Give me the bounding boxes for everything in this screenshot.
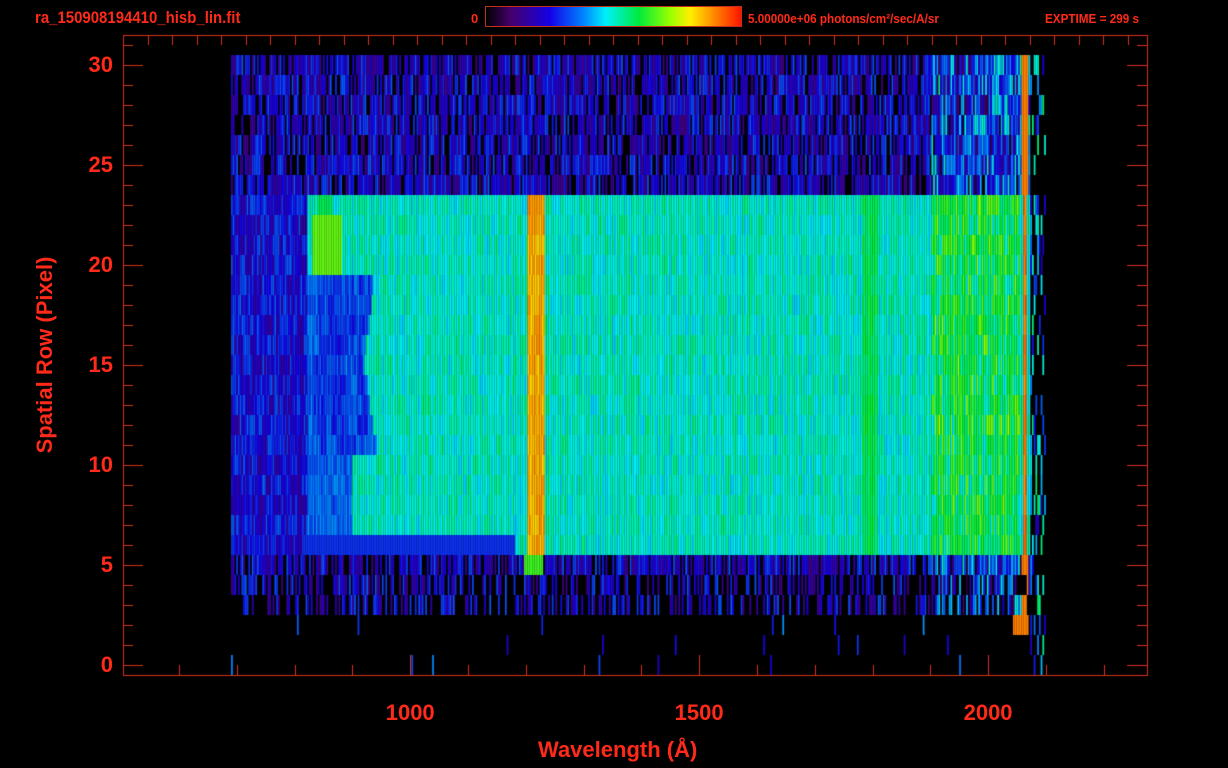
y-tick-label: 5 — [100, 552, 113, 577]
y-axis-label: Spatial Row (Pixel) — [32, 256, 57, 454]
spectral-heatmap — [0, 0, 1228, 768]
y-tick-label: 0 — [100, 652, 113, 677]
x-axis-label: Wavelength (Å) — [538, 737, 698, 762]
x-tick-label: 1000 — [385, 700, 435, 725]
colorbar-max-label: 5.00000e+06 photons/cm²/sec/A/sr — [748, 11, 939, 26]
x-tick-label: 2000 — [963, 700, 1013, 725]
file-title: ra_150908194410_hisb_lin.fit — [35, 8, 241, 27]
y-tick-label: 20 — [88, 252, 113, 277]
y-tick-label: 30 — [88, 52, 113, 77]
exptime-label: EXPTIME = 299 s — [1045, 11, 1139, 26]
y-tick-label: 15 — [88, 352, 113, 377]
y-tick-label: 25 — [88, 152, 113, 177]
x-tick-label: 1500 — [674, 700, 724, 725]
colorbar-min-label: 0 — [471, 11, 479, 26]
y-tick-label: 10 — [88, 452, 113, 477]
colorbar — [485, 6, 742, 27]
